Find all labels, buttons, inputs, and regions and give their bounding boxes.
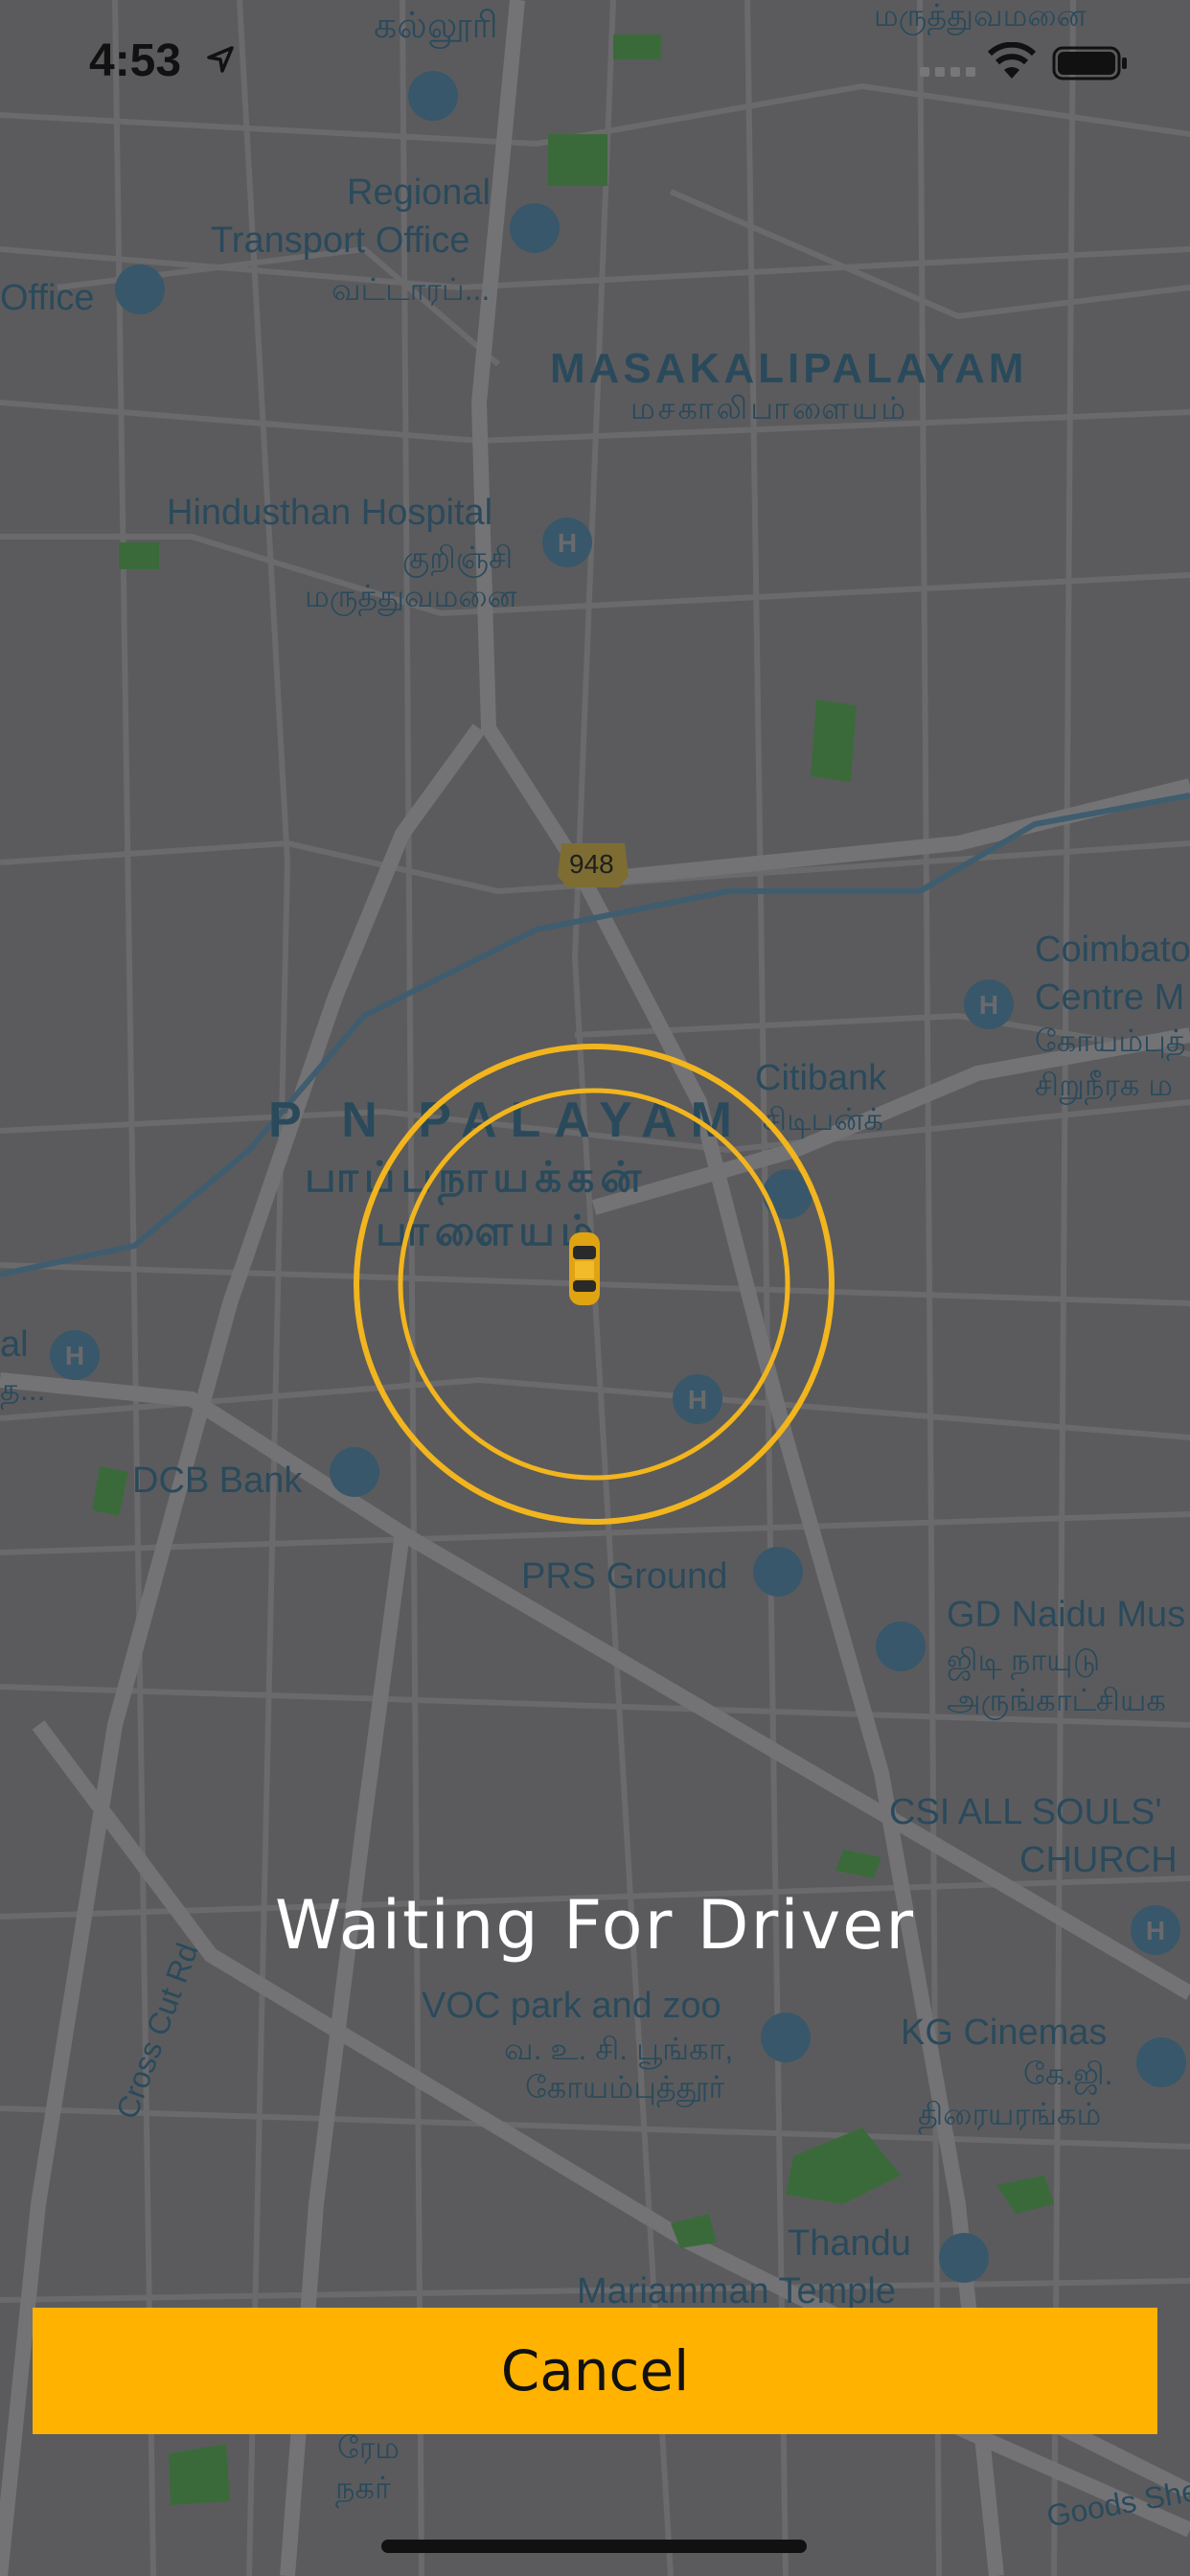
map-label: Office	[0, 278, 95, 318]
cancel-button[interactable]: Cancel	[33, 2308, 1157, 2434]
map-label: ஜிடி நாயுடு	[947, 1643, 1101, 1677]
map-label: CHURCH	[1019, 1840, 1178, 1880]
map-label: மருத்துவமனை	[305, 579, 517, 613]
map-label: குறிஞ்சி	[402, 540, 514, 575]
map-label: வட்டாரப்...	[332, 272, 491, 307]
map-label: Transport Office	[211, 220, 470, 261]
map-label: Regional	[347, 172, 491, 213]
map-label: வ. உ. சி. பூங்கா,	[504, 2032, 734, 2066]
map-label: GD Naidu Mus	[947, 1595, 1186, 1635]
map-label: Centre M	[1035, 978, 1185, 1018]
wifi-icon	[987, 42, 1037, 79]
battery-icon	[1052, 46, 1127, 80]
car-icon	[569, 1232, 600, 1305]
map-label: al	[0, 1324, 29, 1365]
map-label: VOC park and zoo	[422, 1986, 721, 2026]
map-label: மசகாலிபாளையம்	[630, 391, 909, 426]
road-number: 948	[569, 849, 614, 879]
map-label: Mariamman Temple	[577, 2271, 896, 2312]
waiting-status-text: Waiting For Driver	[274, 1886, 916, 1965]
map-label: கோயம்புத்	[1035, 1024, 1186, 1058]
map-label: கோயம்புத்தூர்	[525, 2070, 725, 2104]
svg-text:H: H	[558, 528, 577, 558]
map-label: சிறுநீரக ம	[1035, 1068, 1173, 1102]
map-label: CSI ALL SOULS'	[889, 1792, 1162, 1832]
status-time: 4:53	[89, 35, 182, 86]
home-indicator[interactable]	[381, 2540, 807, 2553]
map-label: KG Cinemas	[901, 2012, 1108, 2053]
svg-text:H: H	[979, 990, 998, 1020]
map-label: கே.ஜி.	[1023, 2057, 1113, 2091]
map-label: த...	[0, 1372, 46, 1407]
location-arrow-icon	[207, 46, 234, 73]
map-label: நகர்	[335, 2471, 391, 2505]
map-label: PRS Ground	[521, 1556, 728, 1597]
map-label: திரையரங்கம்	[918, 2097, 1102, 2131]
map-label: ரேம	[337, 2430, 400, 2465]
map-label: Hindusthan Hospital	[167, 493, 493, 533]
map-label: MASAKALIPALAYAM	[550, 345, 1028, 392]
map-label: Thandu	[788, 2223, 911, 2264]
cellular-signal-icon	[920, 67, 975, 77]
map-label: அருங்காட்சியக	[947, 1683, 1166, 1717]
map-label: DCB Bank	[132, 1460, 303, 1501]
svg-text:H: H	[65, 1341, 84, 1370]
status-bar: 4:53	[0, 0, 1190, 125]
map-label: Coimbato	[1035, 930, 1190, 970]
